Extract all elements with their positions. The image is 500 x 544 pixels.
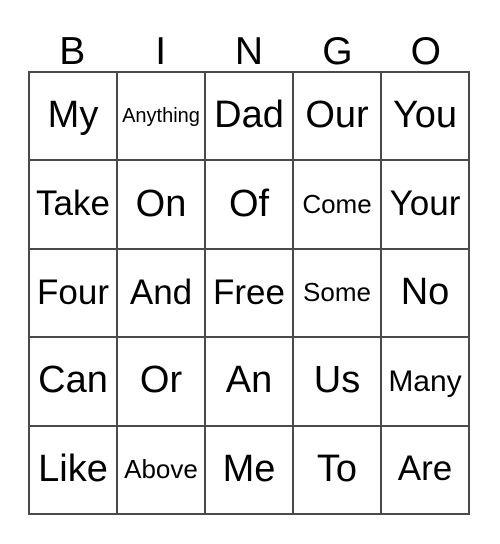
bingo-cell-label: Dad <box>214 94 284 137</box>
bingo-cell-label: On <box>135 182 187 225</box>
bingo-cell[interactable]: Dad <box>206 73 294 162</box>
bingo-cell[interactable]: Anything <box>118 73 206 162</box>
bingo-cell[interactable]: Our <box>294 73 382 162</box>
bingo-cell[interactable]: Some <box>294 249 382 339</box>
bingo-header-letter-label: I <box>155 30 167 73</box>
bingo-cell-label: Or <box>139 359 183 402</box>
bingo-cell[interactable]: Come <box>294 161 382 250</box>
bingo-cell-label: Your <box>389 184 461 224</box>
bingo-cell-label: Anything <box>122 104 200 127</box>
bingo-cell-label: Above <box>124 454 198 485</box>
bingo-cell[interactable]: An <box>206 338 294 427</box>
bingo-header-letter-o: O <box>382 20 470 71</box>
bingo-header-row: B I N G O <box>28 20 470 71</box>
bingo-cell[interactable]: My <box>30 73 118 162</box>
bingo-header-letter-label: B <box>59 30 86 73</box>
bingo-cell-label: Of <box>228 182 270 225</box>
bingo-cell-label: Me <box>222 447 276 490</box>
bingo-cell-label: Are <box>397 449 453 489</box>
bingo-cell[interactable]: Like <box>30 426 118 515</box>
bingo-cell-label: No <box>400 271 450 314</box>
bingo-cell[interactable]: Take <box>30 161 118 250</box>
bingo-cell-label: Free <box>213 272 285 312</box>
bingo-cell[interactable]: Are <box>382 426 470 515</box>
bingo-cell-label: Four <box>37 272 109 312</box>
bingo-cell[interactable]: Four <box>30 249 118 339</box>
bingo-cell[interactable]: Or <box>118 338 206 427</box>
bingo-cell-label: Our <box>305 94 369 137</box>
bingo-cell[interactable]: To <box>294 426 382 515</box>
bingo-cell-label: Like <box>38 447 108 490</box>
bingo-header-letter-label: N <box>234 30 264 73</box>
bingo-card: B I N G O My Anything Dad Our You Take On Of Com… <box>0 0 500 544</box>
bingo-cell[interactable]: Me <box>206 426 294 515</box>
bingo-cell[interactable]: No <box>382 249 470 339</box>
bingo-header-letter-g: G <box>293 20 381 71</box>
bingo-cell[interactable]: Us <box>294 338 382 427</box>
bingo-header-letter-label: G <box>322 30 353 73</box>
bingo-header-letter-n: N <box>205 20 293 71</box>
bingo-cell-label: To <box>316 447 358 490</box>
bingo-cell[interactable]: Many <box>382 338 470 427</box>
bingo-cell[interactable]: Your <box>382 161 470 250</box>
bingo-cell-label: You <box>392 94 458 137</box>
bingo-cell[interactable]: Free <box>206 249 294 339</box>
bingo-header-letter-i: I <box>116 20 204 71</box>
bingo-cell-label: An <box>225 359 273 402</box>
bingo-cell-label: Can <box>38 359 108 402</box>
bingo-cell[interactable]: Above <box>118 426 206 515</box>
bingo-cell[interactable]: On <box>118 161 206 250</box>
bingo-cell-label: And <box>129 272 193 312</box>
bingo-cell-label: Take <box>36 184 110 224</box>
bingo-cell-label: Some <box>303 277 371 308</box>
bingo-cell-label: Us <box>313 359 361 402</box>
bingo-cell-label: Come <box>302 188 372 219</box>
bingo-grid: My Anything Dad Our You Take On Of Come Your Four A… <box>28 71 470 515</box>
bingo-cell[interactable]: You <box>382 73 470 162</box>
bingo-cell[interactable]: Of <box>206 161 294 250</box>
bingo-cell-label: My <box>47 94 99 137</box>
bingo-header-letter-b: B <box>28 20 116 71</box>
bingo-header-letter-label: O <box>410 30 441 73</box>
bingo-cell[interactable]: And <box>118 249 206 339</box>
bingo-cell[interactable]: Can <box>30 338 118 427</box>
bingo-cell-label: Many <box>388 364 462 398</box>
